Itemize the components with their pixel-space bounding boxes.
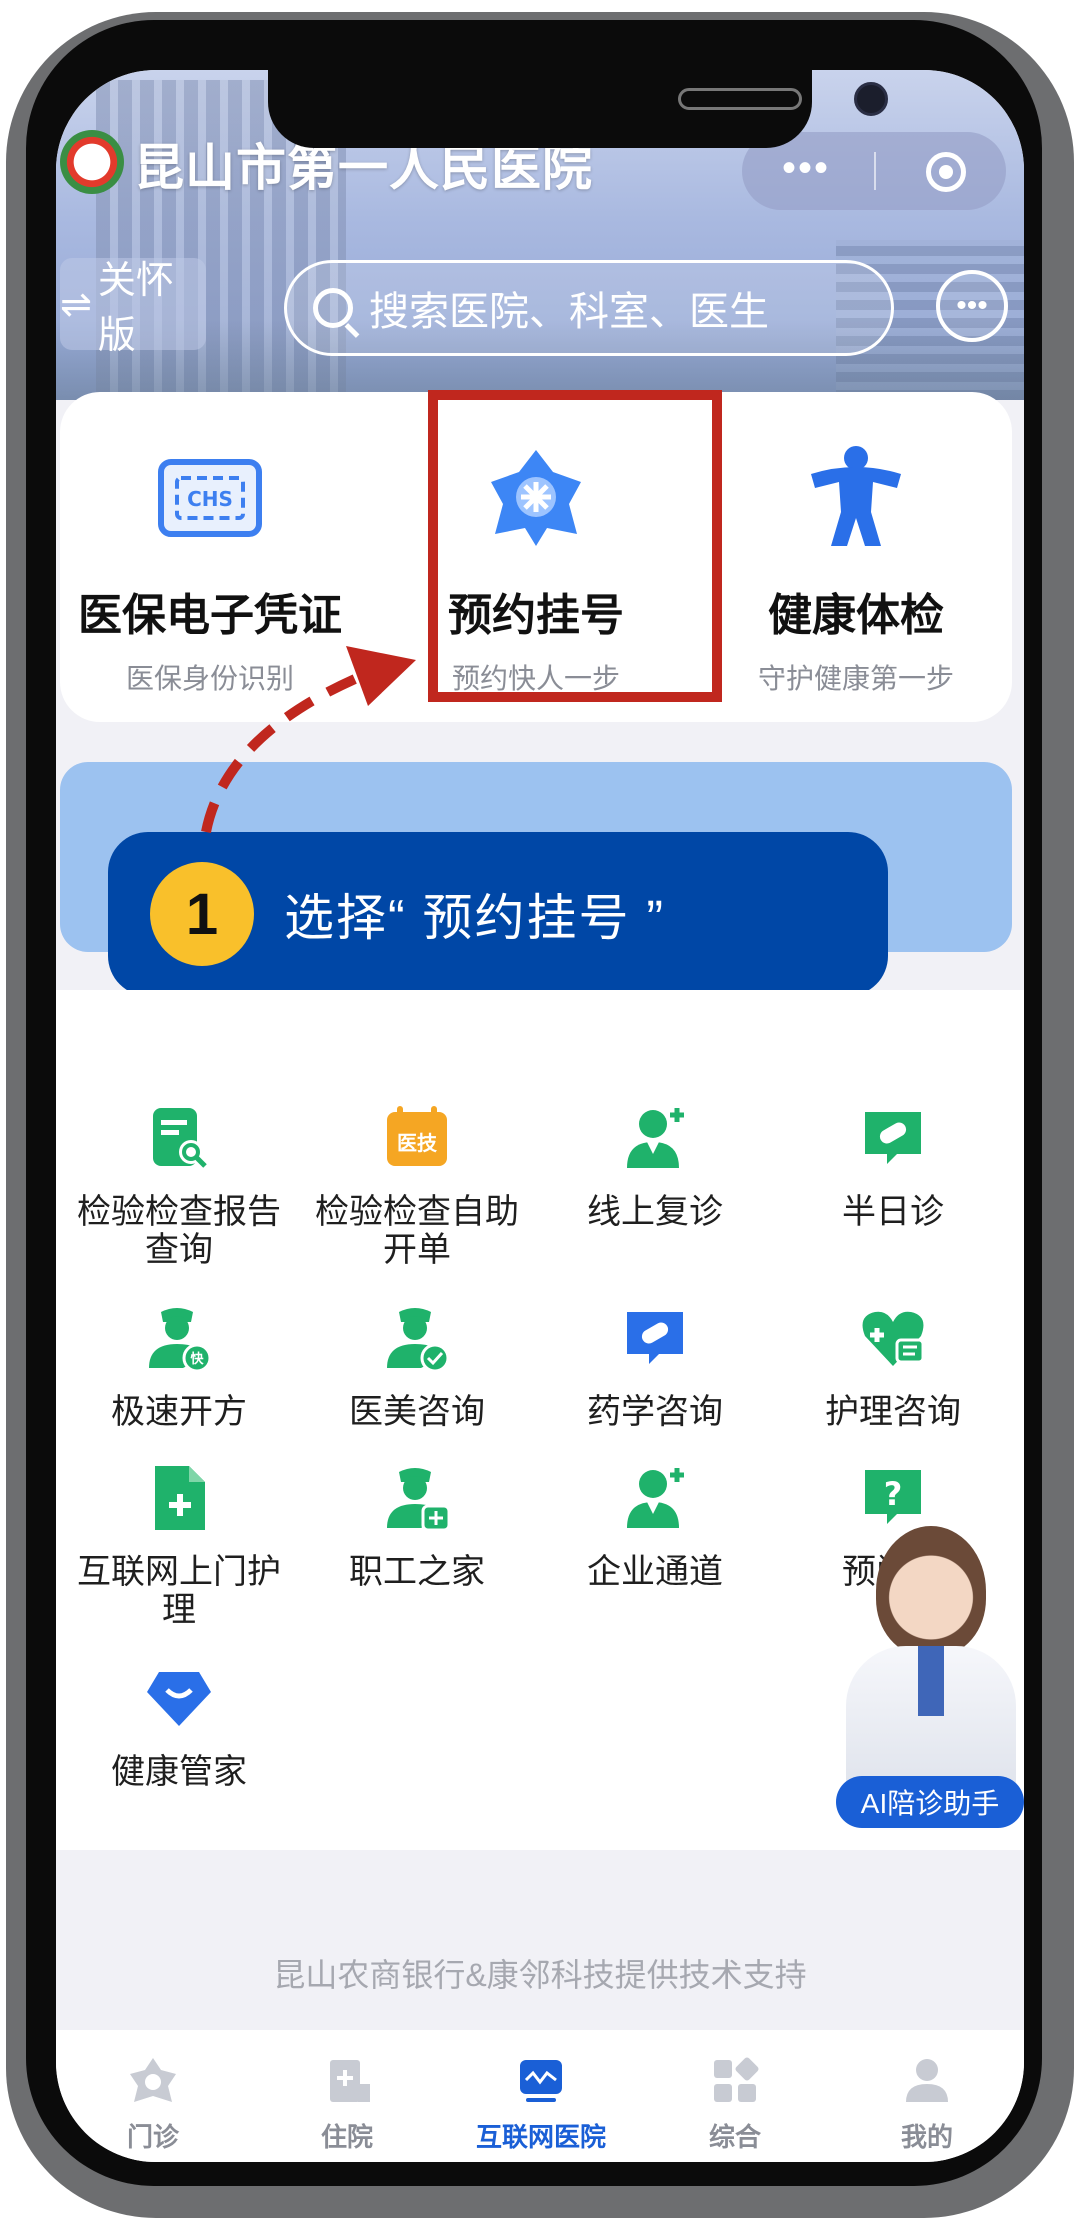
assistant-label: AI陪诊助手 — [836, 1776, 1024, 1828]
pill-chat-icon — [865, 1112, 921, 1164]
grid-item-label: 检验检查报告 查询 — [77, 1193, 281, 1269]
tab-outpatient[interactable]: 门诊 — [56, 2030, 250, 2154]
highlight-box — [428, 390, 722, 702]
profile-icon — [906, 2059, 948, 2102]
phone-notch — [268, 70, 888, 148]
tab-label: 互联网医院 — [475, 2122, 606, 2152]
tab-inpatient[interactable]: 住院 — [250, 2030, 444, 2154]
medical-tech-icon: 医技 — [387, 1106, 447, 1166]
grid-item-label: 企业通道 — [587, 1553, 723, 1591]
grid-item-report[interactable]: 检验检查报告 查询 — [60, 1102, 298, 1269]
message-button[interactable]: ••• — [936, 270, 1008, 342]
step-text: 选择“ 预约挂号 ” — [284, 890, 666, 946]
svg-text:?: ? — [884, 1475, 903, 1513]
grid-item-medical-beauty[interactable]: 医美咨询 — [298, 1302, 536, 1431]
assistant-coat — [846, 1646, 1016, 1796]
document-plus-icon — [155, 1466, 205, 1530]
svg-text:快: 快 — [190, 1351, 204, 1367]
svg-text:医技: 医技 — [397, 1131, 438, 1155]
app-screen: 昆山市第一人民医院 ••• ⇌ 关怀版 搜索医院、科室、医生 ••• CHS 医… — [56, 70, 1024, 2162]
nurse-fast-icon: 快 — [149, 1308, 212, 1373]
clinic-icon — [130, 2058, 176, 2102]
grid-item-label: 极速开方 — [111, 1393, 247, 1431]
bottom-tab-bar: 门诊 住院 互联网医院 综合 我的 — [56, 2030, 1024, 2162]
capsule-divider — [874, 152, 876, 190]
shield-smile-icon — [147, 1672, 211, 1726]
heart-care-icon — [862, 1311, 925, 1366]
tab-label: 住院 — [320, 2122, 373, 2152]
grid-item-label: 健康管家 — [111, 1753, 247, 1791]
grid-item-label: 互联网上门护理 — [77, 1553, 281, 1629]
chs-card-icon: CHS — [158, 459, 262, 537]
grid-item-label: 医美咨询 — [349, 1393, 485, 1431]
service-title: 健康体检 — [768, 591, 944, 640]
tab-mine[interactable]: 我的 — [830, 2030, 1024, 2154]
report-search-icon — [153, 1108, 207, 1168]
ai-assistant[interactable]: AI陪诊助手 — [836, 1526, 1024, 1846]
hospital-logo — [60, 130, 124, 194]
service-title: 医保电子凭证 — [78, 591, 342, 640]
grid-item-nursing[interactable]: 护理咨询 — [774, 1302, 1012, 1431]
grid-item-half-day[interactable]: 半日诊 — [774, 1102, 1012, 1231]
grid-item-label: 药学咨询 — [587, 1393, 723, 1431]
swap-icon: ⇌ — [60, 283, 92, 326]
grid-item-label: 护理咨询 — [825, 1393, 961, 1431]
grid-item-health-butler[interactable]: 健康管家 — [60, 1662, 298, 1791]
tab-internet-hospital[interactable]: 互联网医院 — [444, 2030, 638, 2154]
tab-general[interactable]: 综合 — [638, 2030, 832, 2154]
step-tip: 1 选择“ 预约挂号 ” — [108, 832, 888, 996]
tab-label: 我的 — [900, 2122, 953, 2152]
grid-item-self-order[interactable]: 医技 检验检查自助 开单 — [298, 1102, 536, 1269]
hospital-bed-icon — [330, 2060, 370, 2102]
grid-item-enterprise[interactable]: 企业通道 — [536, 1462, 774, 1591]
pill-chat-icon — [627, 1312, 683, 1364]
grid-item-fast-prescription[interactable]: 快 极速开方 — [60, 1302, 298, 1431]
grid-item-label: 半日诊 — [842, 1193, 944, 1231]
doctor-add-icon — [627, 1108, 684, 1168]
doctor-add-icon — [627, 1468, 684, 1528]
step-number: 1 — [150, 862, 254, 966]
more-icon[interactable]: ••• — [782, 146, 830, 191]
grid-item-staff-home[interactable]: 职工之家 — [298, 1462, 536, 1591]
speaker — [678, 88, 802, 110]
fitness-person-icon — [811, 446, 901, 546]
apps-icon — [714, 2057, 759, 2102]
grid-item-pharmacy[interactable]: 药学咨询 — [536, 1302, 774, 1431]
grid-item-home-nursing[interactable]: 互联网上门护理 — [60, 1462, 298, 1629]
svg-text:CHS: CHS — [187, 487, 233, 511]
search-icon — [313, 288, 353, 328]
care-mode-label: 关怀版 — [97, 260, 174, 357]
search-input[interactable]: 搜索医院、科室、医生 — [284, 260, 894, 356]
service-medical-insurance[interactable]: CHS 医保电子凭证 医保身份识别 — [60, 392, 360, 722]
tab-label: 门诊 — [126, 2122, 179, 2152]
tab-label: 综合 — [708, 2122, 761, 2152]
grid-item-label: 检验检查自助 开单 — [315, 1193, 519, 1269]
service-subtitle: 医保身份识别 — [125, 663, 294, 694]
footer-note: 昆山农商银行&康邻科技提供技术支持 — [273, 1957, 807, 1993]
internet-hospital-icon — [520, 2060, 562, 2102]
grid-item-label: 职工之家 — [349, 1553, 485, 1591]
question-chat-icon: ? — [865, 1470, 921, 1524]
chat-bubble-icon: ••• — [956, 289, 988, 322]
front-camera — [854, 82, 888, 116]
nurse-check-icon — [387, 1308, 450, 1373]
service-subtitle: 守护健康第一步 — [757, 663, 954, 694]
assistant-avatar — [876, 1526, 986, 1656]
service-health-checkup[interactable]: 健康体检 守护健康第一步 — [706, 392, 1006, 722]
search-placeholder: 搜索医院、科室、医生 — [369, 290, 769, 334]
nurse-plus-icon — [387, 1468, 451, 1532]
grid-item-label: 线上复诊 — [587, 1193, 723, 1231]
close-target-icon[interactable] — [926, 152, 966, 192]
care-mode-button[interactable]: ⇌ 关怀版 — [60, 258, 206, 357]
grid-item-online-revisit[interactable]: 线上复诊 — [536, 1102, 774, 1231]
